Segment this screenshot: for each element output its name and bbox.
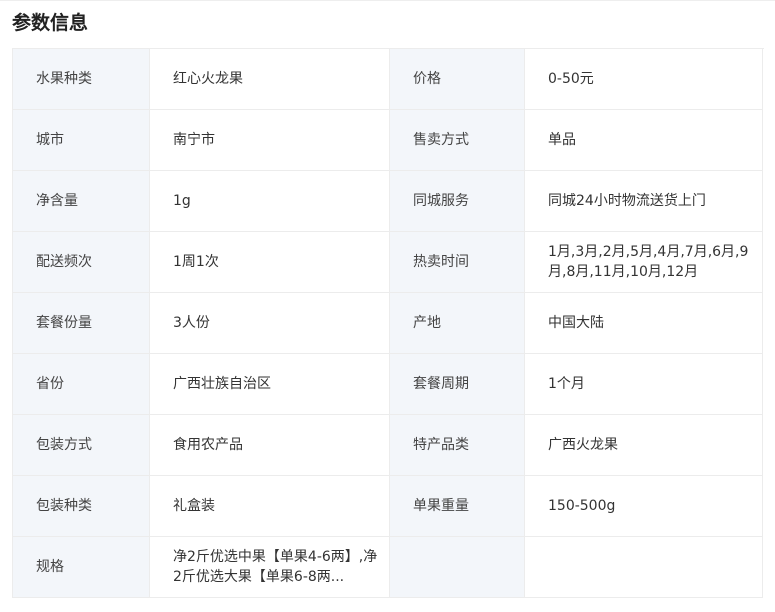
param-label: 热卖时间	[413, 254, 469, 270]
param-label: 套餐份量	[36, 315, 92, 331]
param-value-cell: 1个月	[525, 354, 763, 415]
param-label-cell: 套餐周期	[390, 354, 525, 415]
param-value-cell: 礼盒装	[150, 476, 390, 537]
param-value: 1周1次	[173, 254, 219, 270]
param-value: 0-50元	[548, 71, 594, 87]
param-label: 配送频次	[36, 254, 92, 270]
param-value-cell: 3人份	[150, 293, 390, 354]
param-value: 红心火龙果	[173, 71, 243, 87]
param-value-cell: 广西火龙果	[525, 415, 763, 476]
param-label-cell: 同城服务	[390, 171, 525, 232]
param-value-cell: 食用农产品	[150, 415, 390, 476]
param-value-cell: 净2斤优选中果【单果4-6两】,净2斤优选大果【单果6-8两...	[150, 537, 390, 598]
param-label: 同城服务	[413, 193, 469, 209]
section-title: 参数信息	[12, 12, 89, 34]
param-value-cell: 0-50元	[525, 49, 763, 110]
param-value: 食用农产品	[173, 437, 243, 453]
param-label-cell: 包装种类	[13, 476, 150, 537]
param-label: 包装种类	[36, 498, 92, 514]
param-label: 售卖方式	[413, 132, 469, 148]
param-value: 单品	[548, 132, 576, 148]
param-value: 南宁市	[173, 132, 215, 148]
param-label: 价格	[413, 71, 441, 87]
param-label-cell: 套餐份量	[13, 293, 150, 354]
param-label: 特产品类	[413, 437, 469, 453]
param-value-cell	[525, 537, 763, 598]
param-label-cell: 水果种类	[13, 49, 150, 110]
param-value: 广西壮族自治区	[173, 376, 271, 392]
param-value: 同城24小时物流送货上门	[548, 193, 706, 209]
param-value: 礼盒装	[173, 498, 215, 514]
param-label-cell: 包装方式	[13, 415, 150, 476]
param-label: 包装方式	[36, 437, 92, 453]
param-label-cell: 产地	[390, 293, 525, 354]
param-value: 1个月	[548, 376, 585, 392]
param-label: 净含量	[36, 193, 78, 209]
param-label-cell: 省份	[13, 354, 150, 415]
param-value-cell: 150-500g	[525, 476, 763, 537]
param-value: 中国大陆	[548, 315, 604, 331]
param-label: 规格	[36, 559, 64, 575]
param-label-cell: 热卖时间	[390, 232, 525, 293]
param-label-cell: 净含量	[13, 171, 150, 232]
param-label-cell: 单果重量	[390, 476, 525, 537]
param-label: 套餐周期	[413, 376, 469, 392]
param-value-cell: 中国大陆	[525, 293, 763, 354]
param-label-cell	[390, 537, 525, 598]
param-value-cell: 广西壮族自治区	[150, 354, 390, 415]
param-value: 1月,3月,2月,5月,4月,7月,6月,9月,8月,11月,10月,12月	[548, 244, 749, 280]
param-label: 省份	[36, 376, 64, 392]
param-label-cell: 城市	[13, 110, 150, 171]
param-value-cell: 单品	[525, 110, 763, 171]
param-value: 广西火龙果	[548, 437, 618, 453]
param-value-cell: 红心火龙果	[150, 49, 390, 110]
param-label-cell: 售卖方式	[390, 110, 525, 171]
parameter-table: 水果种类 红心火龙果 价格 0-50元城市 南宁市 售卖方式 单品净含量 1g 同城服务 同城24…	[12, 48, 764, 598]
param-label-cell: 配送频次	[13, 232, 150, 293]
param-value: 150-500g	[548, 498, 616, 514]
param-value-cell: 1周1次	[150, 232, 390, 293]
param-label-cell: 规格	[13, 537, 150, 598]
param-value: 净2斤优选中果【单果4-6两】,净2斤优选大果【单果6-8两...	[173, 549, 378, 585]
param-label: 城市	[36, 132, 64, 148]
param-label-cell: 价格	[390, 49, 525, 110]
param-value-cell: 1g	[150, 171, 390, 232]
param-value-cell: 南宁市	[150, 110, 390, 171]
param-label: 水果种类	[36, 71, 92, 87]
param-value-cell: 1月,3月,2月,5月,4月,7月,6月,9月,8月,11月,10月,12月	[525, 232, 763, 293]
param-label: 产地	[413, 315, 441, 331]
param-label-cell: 特产品类	[390, 415, 525, 476]
param-value-cell: 同城24小时物流送货上门	[525, 171, 763, 232]
param-value: 3人份	[173, 315, 210, 331]
page: 参数信息 水果种类 红心火龙果 价格 0-50元城市 南宁市 售卖方式 单品净含量 1g 同城服…	[0, 0, 775, 612]
param-label: 单果重量	[413, 498, 469, 514]
param-value: 1g	[173, 193, 191, 209]
